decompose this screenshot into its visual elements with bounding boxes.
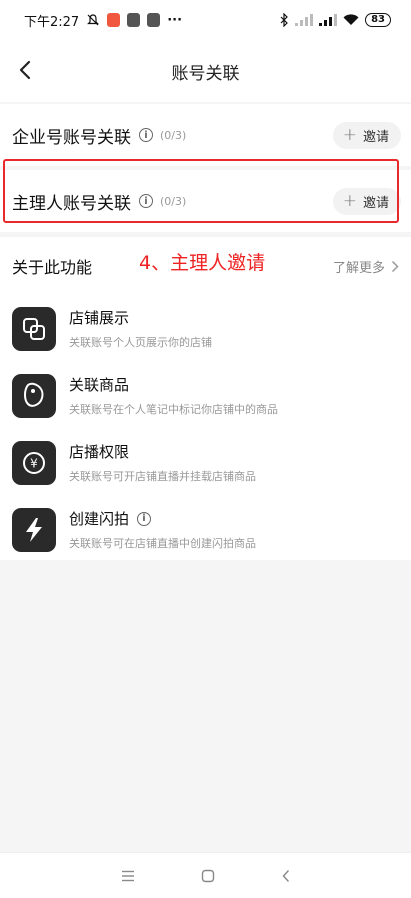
app-notification-icon: [107, 13, 121, 27]
yen-coin-icon: ¥: [12, 440, 56, 485]
learn-more-label: 了解更多: [332, 260, 385, 276]
info-icon[interactable]: i: [137, 511, 152, 526]
lightning-icon: [12, 507, 56, 552]
status-bar-right: 83: [279, 13, 391, 27]
back-icon[interactable]: [281, 869, 291, 883]
battery-indicator: 83: [365, 13, 391, 27]
principal-invite-button[interactable]: + 邀请: [332, 187, 401, 215]
signal-icon: [319, 14, 338, 26]
info-icon[interactable]: i: [139, 128, 153, 142]
more-dots: ···: [167, 12, 183, 28]
home-icon[interactable]: [201, 869, 215, 883]
tag-icon: [12, 373, 56, 418]
feature-desc: 关联账号可开店铺直播并挂载店铺商品: [69, 470, 256, 483]
feature-item-live-permission: ¥ 店播权限 关联账号可开店铺直播并挂载店铺商品: [0, 429, 411, 496]
principal-association-row: 主理人账号关联 i (0/3) + 邀请: [0, 170, 411, 232]
feature-item-linked-products: 关联商品 关联账号在个人笔记中标记你店铺中的商品: [0, 362, 411, 429]
enterprise-invite-button[interactable]: + 邀请: [332, 121, 401, 149]
svg-text:¥: ¥: [30, 456, 38, 470]
learn-more-link[interactable]: 了解更多: [333, 257, 399, 276]
enterprise-association-count: (0/3): [160, 128, 187, 142]
enterprise-association-section: 企业号账号关联 i (0/3) + 邀请: [0, 104, 411, 166]
feature-desc: 关联账号可在店铺直播中创建闪拍商品: [69, 537, 256, 550]
chevron-right-icon: [391, 260, 399, 272]
feature-title: 创建闪拍: [69, 510, 130, 528]
status-bar: 下午2:27 ··· 83: [0, 0, 411, 40]
annotation-text: 4、主理人邀请: [139, 252, 266, 274]
feature-title-row: 创建闪拍 i: [69, 508, 256, 529]
about-feature-title: 关于此功能: [12, 258, 93, 277]
page-title: 账号关联: [171, 63, 240, 84]
feature-desc: 关联账号个人页展示你的店铺: [69, 336, 212, 349]
feature-desc: 关联账号在个人笔记中标记你店铺中的商品: [69, 403, 278, 416]
feature-title: 店播权限: [69, 443, 130, 461]
info-icon[interactable]: i: [139, 194, 153, 208]
status-time: 下午2:27: [24, 14, 80, 30]
about-feature-section: 关于此功能 4、主理人邀请 了解更多 店铺展示 关联账号个人页展示你的店铺 关联…: [0, 237, 411, 560]
principal-association-title: 主理人账号关联: [12, 193, 131, 214]
app-notification-icon: [127, 13, 141, 27]
feature-title: 店铺展示: [69, 309, 130, 327]
nav-header: 账号关联: [0, 40, 411, 102]
about-feature-header: 关于此功能 4、主理人邀请 了解更多: [0, 237, 411, 295]
feature-item-store-display: 店铺展示 关联账号个人页展示你的店铺: [0, 295, 411, 362]
app-notification-icon: [147, 13, 161, 27]
enterprise-association-row: 企业号账号关联 i (0/3) + 邀请: [0, 104, 411, 166]
principal-association-count: (0/3): [160, 194, 187, 208]
invite-label: 邀请: [362, 195, 389, 211]
system-nav-bar: [0, 852, 411, 898]
invite-label: 邀请: [362, 129, 389, 145]
bluetooth-icon: [280, 13, 288, 27]
signal-icon: [295, 14, 314, 26]
feature-item-flash-sale: 创建闪拍 i 关联账号可在店铺直播中创建闪拍商品: [0, 496, 411, 563]
plus-icon: +: [342, 124, 357, 145]
plus-icon: +: [342, 190, 357, 211]
mute-bell-icon: [87, 14, 100, 26]
overlap-squares-icon: [12, 306, 56, 351]
back-arrow-icon[interactable]: [12, 56, 40, 84]
menu-icon[interactable]: [121, 870, 135, 882]
status-bar-left: 下午2:27 ···: [24, 11, 182, 30]
enterprise-association-title: 企业号账号关联: [12, 127, 131, 148]
principal-association-section: 主理人账号关联 i (0/3) + 邀请: [0, 170, 411, 232]
wifi-icon: [343, 14, 359, 25]
feature-title: 关联商品: [69, 376, 130, 394]
